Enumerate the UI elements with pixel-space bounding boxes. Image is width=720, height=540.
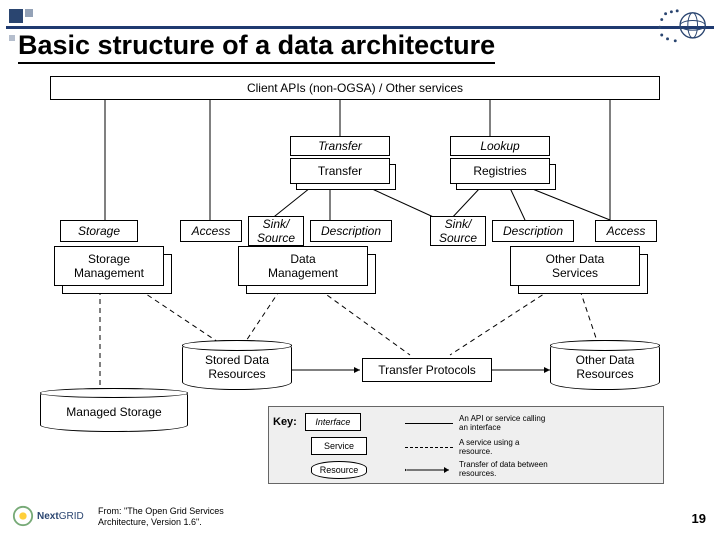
legend-solid-line bbox=[405, 423, 453, 424]
legend-interface-swatch: Interface bbox=[305, 413, 361, 431]
other-data-resources: Other Data Resources bbox=[550, 340, 660, 390]
client-apis-box: Client APIs (non-OGSA) / Other services bbox=[50, 76, 660, 100]
storage-interface: Storage bbox=[60, 220, 138, 242]
access-interface-right: Access bbox=[595, 220, 657, 242]
page-title: Basic structure of a data architecture bbox=[18, 30, 495, 64]
legend-solid-desc: An API or service calling an interface bbox=[459, 415, 555, 433]
architecture-diagram: Client APIs (non-OGSA) / Other services … bbox=[10, 70, 710, 500]
stored-data-resources: Stored Data Resources bbox=[182, 340, 292, 390]
legend-dashed-desc: A service using a resource. bbox=[459, 439, 555, 457]
lookup-interface: Lookup bbox=[450, 136, 550, 156]
legend-resource-swatch: Resource bbox=[311, 461, 367, 479]
access-interface-left: Access bbox=[180, 220, 242, 242]
transfer-protocols-resource: Transfer Protocols bbox=[362, 358, 492, 382]
globe-icon bbox=[654, 6, 712, 46]
description-interface-left: Description bbox=[310, 220, 392, 242]
legend-dashed-line bbox=[405, 447, 453, 448]
sink-source-interface-left: Sink/ Source bbox=[248, 216, 304, 246]
legend-key-label: Key: bbox=[273, 416, 297, 428]
transfer-service: Transfer bbox=[290, 158, 390, 184]
storage-management-service: Storage Management bbox=[54, 246, 164, 286]
description-interface-right: Description bbox=[492, 220, 574, 242]
nextgrid-logo: NextGRID bbox=[12, 502, 92, 530]
legend-arrow-desc: Transfer of data between resources. bbox=[459, 461, 555, 479]
transfer-interface: Transfer bbox=[290, 136, 390, 156]
sink-source-interface-right: Sink/ Source bbox=[430, 216, 486, 246]
legend-service-swatch: Service bbox=[311, 437, 367, 455]
header-rule bbox=[6, 26, 714, 29]
footer-citation: From: "The Open Grid Services Architectu… bbox=[98, 506, 248, 528]
page-number: 19 bbox=[692, 511, 706, 526]
data-management-service: Data Management bbox=[238, 246, 368, 286]
registries-service: Registries bbox=[450, 158, 550, 184]
managed-storage-resource: Managed Storage bbox=[40, 388, 188, 432]
legend-arrow-icon bbox=[405, 465, 453, 475]
other-data-services: Other Data Services bbox=[510, 246, 640, 286]
legend: Key: Interface Service Resource An API o… bbox=[268, 406, 664, 484]
